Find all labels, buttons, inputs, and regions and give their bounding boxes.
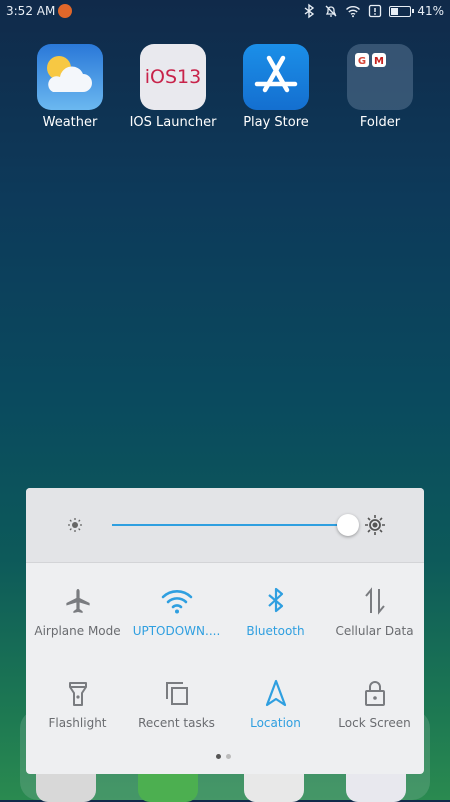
- toggle-label: Location: [250, 716, 301, 730]
- app-store-icon: [243, 44, 309, 110]
- toggle-lock-screen[interactable]: Lock Screen: [325, 676, 424, 730]
- brightness-slider-thumb[interactable]: [337, 514, 359, 536]
- app-folder[interactable]: GM Folder: [330, 44, 430, 130]
- app-label: Weather: [42, 115, 98, 130]
- toggle-wifi[interactable]: UPTODOWN....: [127, 584, 226, 638]
- app-weather[interactable]: Weather: [20, 44, 120, 130]
- toggle-bluetooth[interactable]: Bluetooth: [226, 584, 325, 638]
- toggle-label: Cellular Data: [335, 624, 414, 638]
- app-ios-launcher[interactable]: iOS13 IOS Launcher: [123, 44, 223, 130]
- toggle-flashlight[interactable]: Flashlight: [28, 676, 127, 730]
- app-label: IOS Launcher: [129, 115, 217, 130]
- lock-icon: [364, 681, 385, 706]
- bluetooth-icon: [267, 587, 283, 613]
- svg-text:M: M: [374, 56, 384, 67]
- app-label: Folder: [359, 115, 401, 130]
- brightness-slider-track[interactable]: [112, 524, 348, 526]
- page-dot[interactable]: [226, 754, 231, 759]
- cellular-data-icon: [364, 587, 385, 615]
- toggle-airplane-mode[interactable]: Airplane Mode: [28, 584, 127, 638]
- svg-text:G: G: [358, 56, 366, 67]
- notification-app-icon: [58, 4, 72, 18]
- toggle-label: Flashlight: [48, 716, 107, 730]
- folder-icon: GM: [347, 44, 413, 110]
- airplane-icon: [65, 589, 90, 613]
- battery-fill: [391, 7, 399, 15]
- battery-icon: [389, 5, 415, 17]
- toggle-label: Lock Screen: [338, 716, 411, 730]
- control-panel: Airplane Mode UPTODOWN.... Bluetooth Cel…: [26, 488, 424, 774]
- alert-icon: [369, 4, 382, 18]
- bluetooth-icon: [304, 3, 315, 19]
- toggle-label: Recent tasks: [138, 716, 215, 730]
- brightness-high-icon: [365, 515, 385, 535]
- toggle-label: Bluetooth: [246, 624, 305, 638]
- toggle-label: Airplane Mode: [34, 624, 121, 638]
- page-dot[interactable]: [216, 754, 221, 759]
- wifi-icon: [161, 590, 192, 614]
- ios-launcher-icon: iOS13: [140, 44, 206, 110]
- weather-icon: [37, 44, 103, 110]
- page-indicator: [216, 754, 231, 759]
- toggle-location[interactable]: Location: [226, 676, 325, 730]
- bell-muted-icon: [325, 5, 337, 17]
- status-icons: 41%: [301, 3, 444, 19]
- ios-launcher-icon-text: iOS13: [144, 66, 202, 88]
- status-bar: 3:52 AM 41%: [0, 0, 450, 24]
- status-time: 3:52 AM: [6, 4, 56, 18]
- wifi-icon: [346, 6, 361, 18]
- battery-percent: 41%: [417, 4, 444, 18]
- app-play-store[interactable]: Play Store: [226, 44, 326, 130]
- toggle-cellular-data[interactable]: Cellular Data: [325, 584, 424, 638]
- location-icon: [265, 679, 286, 707]
- app-label: Play Store: [243, 115, 309, 130]
- toggle-label: UPTODOWN....: [132, 624, 221, 638]
- toggle-recent-tasks[interactable]: Recent tasks: [127, 676, 226, 730]
- recent-tasks-icon: [165, 682, 188, 705]
- brightness-low-icon: [68, 518, 82, 532]
- brightness-row: [26, 488, 424, 563]
- flashlight-icon: [68, 682, 87, 706]
